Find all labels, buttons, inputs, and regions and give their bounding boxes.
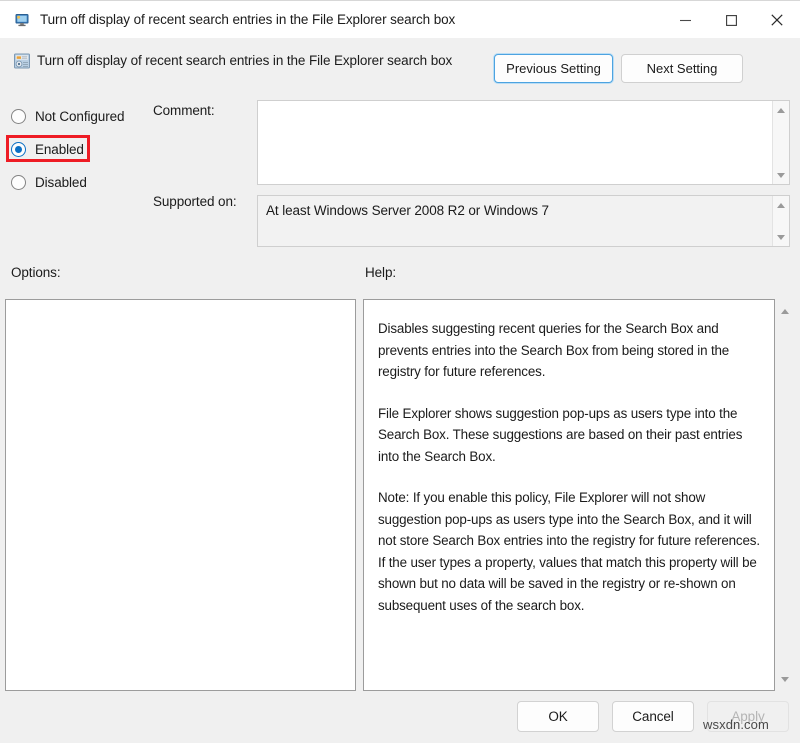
scroll-down-icon[interactable] <box>773 230 789 244</box>
radio-disabled-label: Disabled <box>35 174 87 190</box>
previous-setting-button[interactable]: Previous Setting <box>494 54 613 83</box>
supported-on-value: At least Windows Server 2008 R2 or Windo… <box>266 203 549 218</box>
help-text: Disables suggesting recent queries for t… <box>364 300 774 616</box>
policy-monitor-icon <box>13 11 31 29</box>
window-title: Turn off display of recent search entrie… <box>40 12 456 27</box>
ok-button[interactable]: OK <box>517 701 599 732</box>
radio-disabled-mark <box>11 174 26 190</box>
radio-not-configured[interactable]: Not Configured <box>11 105 125 127</box>
radio-enabled-label: Enabled <box>35 141 84 157</box>
supported-on-label: Supported on: <box>153 194 237 209</box>
minimize-icon[interactable] <box>662 1 708 39</box>
supported-on-scrollbar[interactable] <box>772 196 789 246</box>
title-bar: Turn off display of recent search entrie… <box>0 0 800 38</box>
radio-not-configured-label: Not Configured <box>35 108 125 124</box>
help-scrollbar[interactable] <box>776 299 794 691</box>
setting-name: Turn off display of recent search entrie… <box>37 53 453 68</box>
help-panel: Disables suggesting recent queries for t… <box>363 299 775 691</box>
help-paragraph: Disables suggesting recent queries for t… <box>378 321 730 379</box>
comment-scrollbar[interactable] <box>772 101 789 184</box>
watermark: wsxdn.com <box>703 717 769 732</box>
supported-on-field: At least Windows Server 2008 R2 or Windo… <box>257 195 790 247</box>
help-paragraph: Note: If you enable this policy, File Ex… <box>378 490 760 613</box>
radio-enabled[interactable]: Enabled <box>11 138 84 160</box>
help-label: Help: <box>365 265 397 280</box>
window-controls <box>662 1 800 39</box>
radio-not-configured-mark <box>11 108 26 124</box>
policy-setting-icon <box>12 51 32 71</box>
options-panel[interactable] <box>5 299 356 691</box>
options-label: Options: <box>11 265 61 280</box>
radio-disabled[interactable]: Disabled <box>11 171 87 193</box>
radio-enabled-mark <box>11 141 26 157</box>
close-icon[interactable] <box>754 1 800 39</box>
scroll-up-icon[interactable] <box>776 303 794 319</box>
scroll-up-icon[interactable] <box>773 198 789 212</box>
comment-value <box>258 101 772 184</box>
comment-input[interactable] <box>257 100 790 185</box>
next-setting-button[interactable]: Next Setting <box>621 54 743 83</box>
scroll-down-icon[interactable] <box>776 671 794 687</box>
help-paragraph: File Explorer shows suggestion pop-ups a… <box>378 405 743 464</box>
maximize-icon[interactable] <box>708 1 754 39</box>
options-content <box>6 300 355 320</box>
cancel-button[interactable]: Cancel <box>612 701 694 732</box>
comment-label: Comment: <box>153 103 215 118</box>
group-policy-setting-dialog: Turn off display of recent search entrie… <box>0 0 800 743</box>
scroll-down-icon[interactable] <box>773 168 789 182</box>
scroll-up-icon[interactable] <box>773 103 789 117</box>
